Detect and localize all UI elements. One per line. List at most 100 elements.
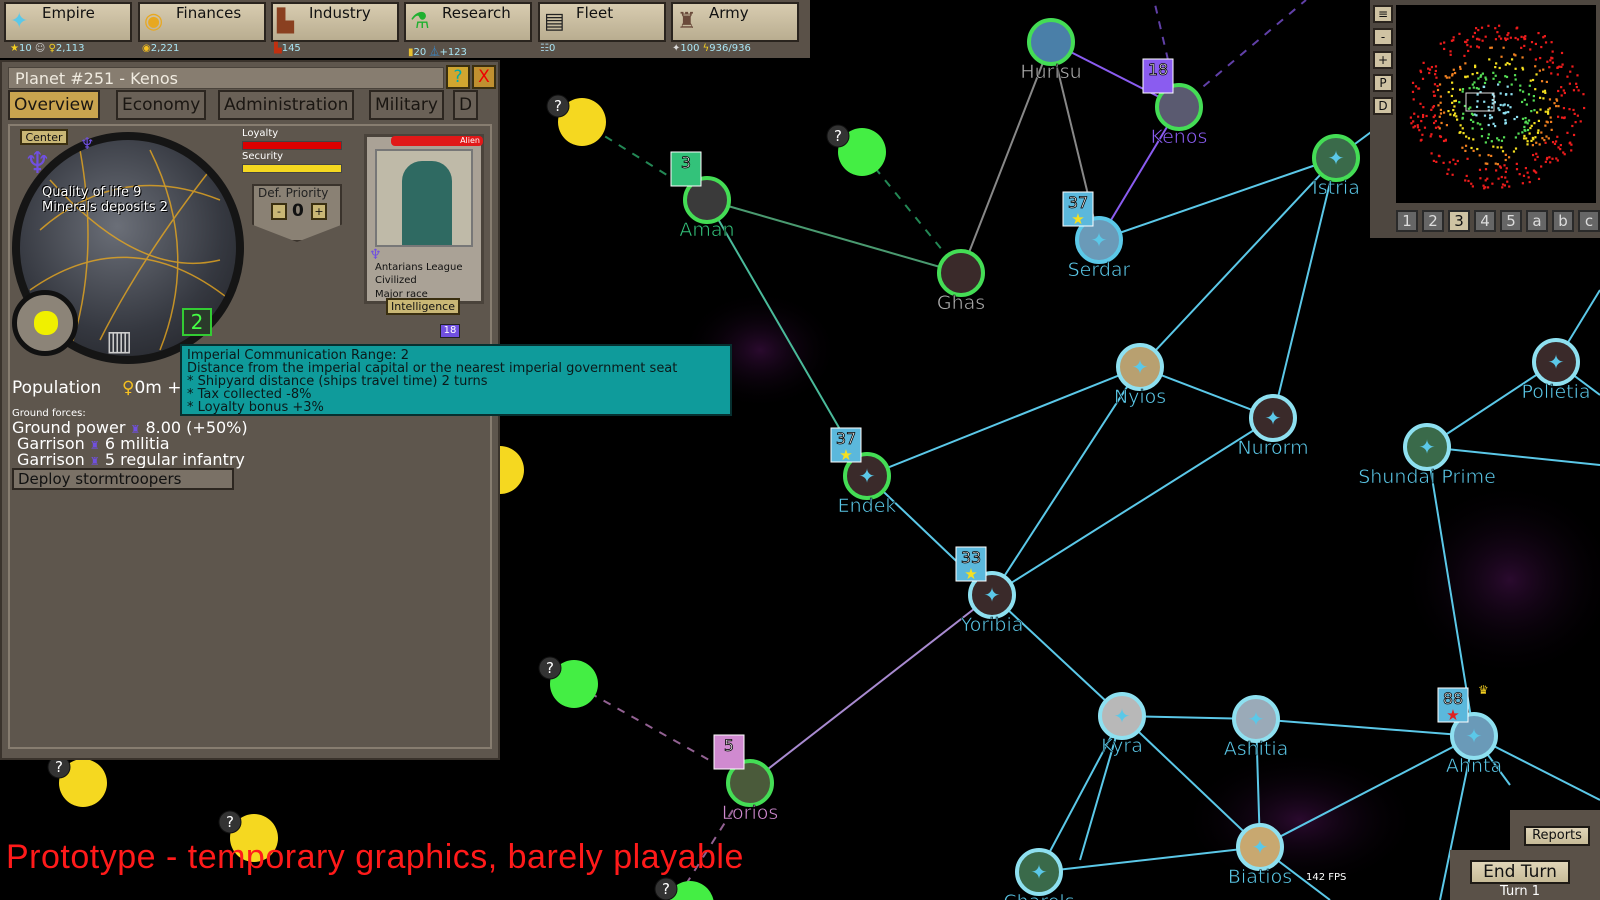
planet-label[interactable]: Lorios — [721, 802, 779, 825]
planet-label[interactable]: Serdar — [1067, 259, 1131, 282]
planet-label[interactable]: Yoribia — [959, 614, 1024, 637]
fleet-badge[interactable]: 18 — [440, 324, 460, 338]
minimap-star — [1524, 129, 1527, 132]
eagle-icon: ✦ — [1248, 707, 1265, 731]
tab-label: Finances — [176, 4, 242, 22]
tab-empire[interactable]: ✦ Empire — [4, 2, 132, 42]
minimap-star — [1526, 140, 1529, 143]
tab-industry[interactable]: ▙ Industry — [271, 2, 399, 42]
minimap-tab-1[interactable]: 1 — [1396, 210, 1418, 232]
minimap-tab-2[interactable]: 2 — [1422, 210, 1444, 232]
unexplored-star[interactable]: ? — [546, 94, 606, 146]
planet-label[interactable]: Kyra — [1101, 735, 1143, 758]
tooltip-line: * Loyalty bonus +3% — [187, 400, 324, 415]
planet-label[interactable]: Aman — [679, 219, 735, 242]
planet-node[interactable]: Kenos 18 — [1142, 58, 1208, 149]
planet-label[interactable]: Ashitia — [1223, 738, 1289, 761]
minimap-tab-a[interactable]: a — [1526, 210, 1548, 232]
planet-node[interactable]: ✦Ahnta88★♛ — [1437, 683, 1503, 778]
planet-node[interactable]: ✦ Kyra — [1098, 692, 1146, 758]
minimap[interactable] — [1396, 5, 1596, 203]
tab-d[interactable]: D — [453, 90, 479, 120]
tab-fleet[interactable]: ▤ Fleet — [538, 2, 666, 42]
tab-economy[interactable]: Economy — [116, 90, 207, 120]
help-button[interactable]: ? — [446, 65, 470, 89]
reports-button[interactable]: Reports — [1524, 826, 1590, 846]
planet-node[interactable]: ✦Yoribia33★ — [955, 546, 1024, 637]
comm-range-badge[interactable]: 2 — [182, 308, 212, 336]
minimap-star — [1542, 36, 1545, 39]
minimap-tab-4[interactable]: 4 — [1474, 210, 1496, 232]
minimap-star — [1529, 79, 1532, 82]
minimap-star — [1425, 114, 1428, 118]
def-priority-decrease[interactable]: - — [271, 203, 287, 220]
planet-node[interactable]: ✦ Charels — [1003, 848, 1075, 900]
planet-label[interactable]: Ahnta — [1446, 755, 1503, 778]
planet-node[interactable]: ✦ Polietia — [1521, 338, 1591, 404]
tab-finances[interactable]: ◉ Finances — [138, 2, 266, 42]
planet-node[interactable]: Ghas — [937, 249, 986, 315]
planet-label[interactable]: Biatios — [1228, 866, 1293, 889]
planet-node[interactable]: ✦Endek37★ — [830, 427, 897, 518]
minimap-d-button[interactable]: D — [1373, 97, 1393, 115]
eagle-icon: ✦ — [1548, 350, 1565, 374]
planet-node[interactable]: ✦ Shundai Prime — [1358, 423, 1496, 489]
tab-research[interactable]: ⚗ Research — [404, 2, 532, 42]
planet-node[interactable]: ✦ Nurorm — [1237, 394, 1309, 460]
tab-administration[interactable]: Administration — [218, 90, 355, 120]
minimap-star — [1480, 26, 1484, 29]
unexplored-star[interactable]: ? — [654, 877, 714, 900]
planet-label[interactable]: Nurorm — [1237, 437, 1309, 460]
close-button[interactable]: X — [472, 65, 496, 89]
planet-node[interactable]: ✦ Nyios — [1114, 343, 1167, 409]
planet-node[interactable]: Aman 3 — [670, 151, 735, 242]
minimap-star — [1548, 156, 1551, 159]
planet-label[interactable]: Hurisu — [1020, 61, 1082, 84]
planet-label[interactable]: Charels — [1003, 891, 1075, 900]
minimap-star — [1513, 74, 1517, 77]
tab-label: Fleet — [576, 4, 614, 22]
minimap-tab-3[interactable]: 3 — [1448, 210, 1470, 232]
minimap-menu-button[interactable]: ≡ — [1373, 5, 1393, 23]
minimap-star — [1471, 127, 1474, 130]
center-button[interactable]: Center — [20, 129, 68, 145]
minimap-zoom-out-button[interactable]: - — [1373, 28, 1393, 46]
planet-label[interactable]: Kenos — [1150, 126, 1208, 149]
minimap-star — [1514, 78, 1517, 81]
unexplored-star[interactable]: ? — [538, 656, 598, 708]
planet-node[interactable]: ✦ Istria — [1312, 134, 1360, 200]
tab-army[interactable]: ♜ Army — [671, 2, 799, 42]
minimap-star — [1482, 85, 1486, 89]
hyperlane — [749, 594, 993, 784]
unexplored-star[interactable]: ? — [47, 755, 107, 807]
planet-node[interactable]: ✦ Ashitia — [1223, 695, 1289, 761]
minimap-star — [1507, 156, 1511, 159]
tab-overview[interactable]: Overview — [8, 90, 101, 120]
deploy-stormtroopers-button[interactable]: Deploy stormtroopers — [12, 468, 234, 490]
minimap-star — [1494, 66, 1497, 69]
minimap-tab-b[interactable]: b — [1552, 210, 1574, 232]
planet-label[interactable]: Ghas — [937, 292, 986, 315]
planet-label[interactable]: Istria — [1312, 177, 1360, 200]
unexplored-star[interactable]: ? — [826, 124, 886, 176]
tab-military[interactable]: Military — [369, 90, 444, 120]
planet-label[interactable]: Nyios — [1114, 386, 1167, 409]
end-turn-button[interactable]: End Turn — [1470, 860, 1570, 884]
minimap-star — [1472, 35, 1475, 38]
planet-label[interactable]: Endek — [837, 495, 897, 518]
minimap-zoom-in-button[interactable]: + — [1373, 51, 1393, 69]
minimap-star — [1543, 89, 1547, 92]
planet-node[interactable]: Hurisu — [1020, 18, 1082, 84]
planet-node[interactable]: Lorios 5 — [713, 734, 779, 825]
planet-label[interactable]: Polietia — [1521, 381, 1591, 404]
planet-label[interactable]: Shundai Prime — [1358, 466, 1496, 489]
minimap-star — [1433, 114, 1437, 117]
minimap-star — [1497, 177, 1500, 180]
minimap-p-button[interactable]: P — [1373, 74, 1393, 92]
minimap-star — [1557, 105, 1560, 108]
def-priority-increase[interactable]: + — [311, 203, 327, 220]
minimap-tab-5[interactable]: 5 — [1500, 210, 1522, 232]
minimap-tab-c[interactable]: c — [1578, 210, 1600, 232]
minimap-star — [1536, 155, 1539, 158]
intelligence-button[interactable]: Intelligence — [386, 298, 460, 315]
